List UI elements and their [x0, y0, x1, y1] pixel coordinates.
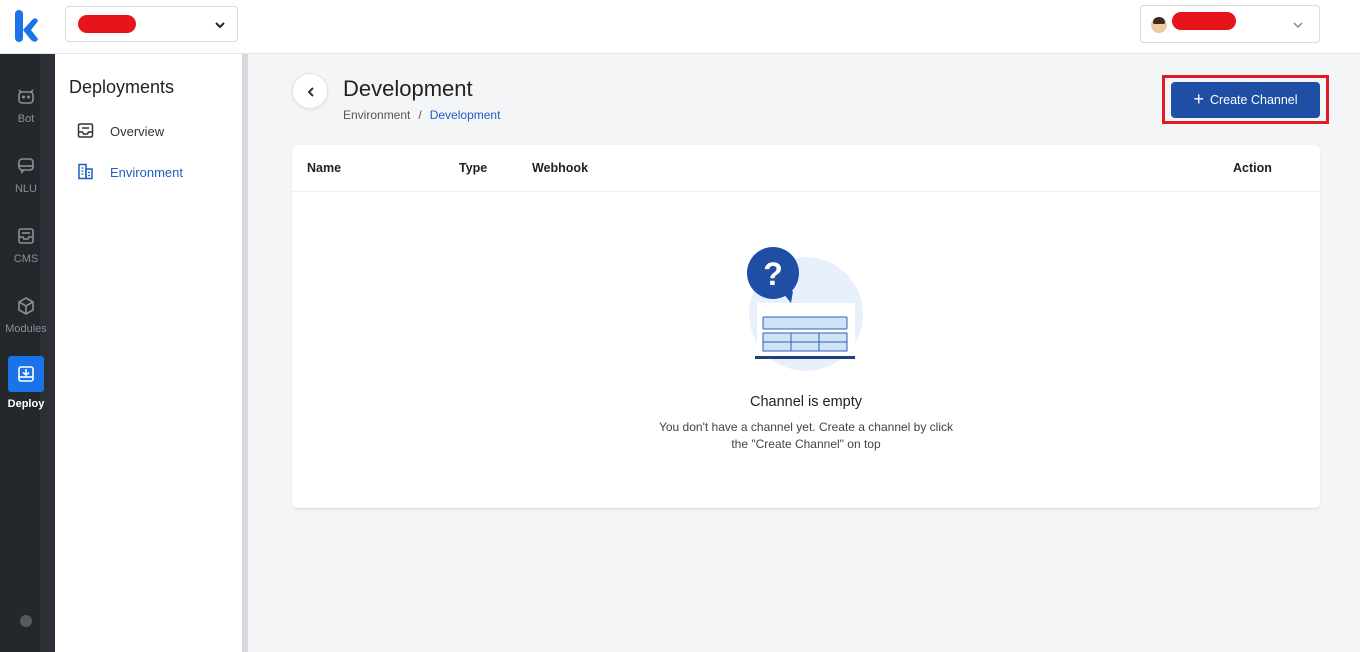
- inbox-icon: [18, 228, 34, 244]
- workspace-select[interactable]: [65, 6, 238, 42]
- redacted-user-name: [1172, 12, 1236, 30]
- rail-item-modules[interactable]: Modules: [0, 296, 52, 360]
- rail-label: CMS: [13, 253, 39, 265]
- deployments-sidebar: Deployments Overview Environment: [55, 54, 243, 652]
- empty-state-illustration: ?: [747, 247, 863, 371]
- svg-text:?: ?: [763, 256, 783, 292]
- create-channel-label: Create Channel: [1209, 93, 1298, 107]
- sidebar-item-label: Environment: [110, 165, 183, 180]
- channel-table: Name Type Webhook Action ? Channel is em…: [292, 145, 1320, 509]
- breadcrumb-separator: /: [418, 108, 422, 122]
- rail-label: Deploy: [7, 398, 45, 410]
- rail-label: Bot: [17, 113, 35, 125]
- cube-icon: [18, 297, 34, 315]
- empty-state-line-2: the "Create Channel" on top: [731, 437, 881, 451]
- rail-label: NLU: [14, 183, 37, 195]
- chevron-left-icon: [307, 87, 314, 97]
- sidebar-item-label: Overview: [110, 124, 165, 139]
- inbox-tray-icon: [77, 123, 94, 138]
- breadcrumb-development[interactable]: Development: [430, 108, 501, 122]
- chevron-down-icon: [1293, 22, 1303, 29]
- sidebar-item-environment[interactable]: Environment: [77, 163, 227, 183]
- rail-item-nlu[interactable]: NLU: [0, 156, 52, 220]
- chat-icon: [18, 158, 34, 174]
- table-header: Name Type Webhook Action: [292, 145, 1320, 192]
- plus-icon: +: [1193, 89, 1204, 109]
- rail-label: Modules: [5, 323, 47, 335]
- page-title: Development: [343, 76, 473, 101]
- top-bar: [0, 0, 1360, 54]
- sidebar-title: Deployments: [69, 77, 175, 97]
- back-button[interactable]: [292, 73, 328, 109]
- sidebar-scrollbar[interactable]: [242, 54, 248, 652]
- sidebar-item-overview[interactable]: Overview: [77, 122, 227, 142]
- empty-state-line-1: You don't have a channel yet. Create a c…: [658, 420, 954, 434]
- chevron-down-icon: [215, 22, 225, 29]
- create-channel-button[interactable]: + Create Channel: [1171, 82, 1320, 118]
- user-menu[interactable]: [1140, 5, 1320, 43]
- rail-item-cms[interactable]: CMS: [0, 226, 52, 290]
- column-header-webhook[interactable]: Webhook: [532, 161, 588, 175]
- breadcrumb-environment[interactable]: Environment: [343, 108, 410, 122]
- deploy-icon: [18, 366, 34, 382]
- breadcrumb: Environment / Development: [343, 108, 500, 122]
- empty-state-title: Channel is empty: [749, 394, 863, 410]
- main-nav-rail: Bot NLU CMS Modules Deploy: [0, 54, 55, 652]
- column-header-type[interactable]: Type: [459, 161, 487, 175]
- k-logo-icon[interactable]: [12, 8, 40, 44]
- rail-item-bot[interactable]: Bot: [0, 86, 52, 150]
- create-channel-highlight: + Create Channel: [1162, 75, 1329, 124]
- robot-icon: [18, 89, 34, 104]
- redacted-workspace-name: [78, 15, 136, 33]
- avatar: [1151, 17, 1167, 33]
- building-icon: [78, 163, 93, 180]
- column-header-action[interactable]: Action: [1233, 161, 1272, 175]
- info-icon[interactable]: [20, 615, 32, 627]
- column-header-name[interactable]: Name: [307, 161, 341, 175]
- rail-item-deploy[interactable]: Deploy: [0, 356, 52, 432]
- empty-state-description: You don't have a channel yet. Create a c…: [656, 419, 956, 453]
